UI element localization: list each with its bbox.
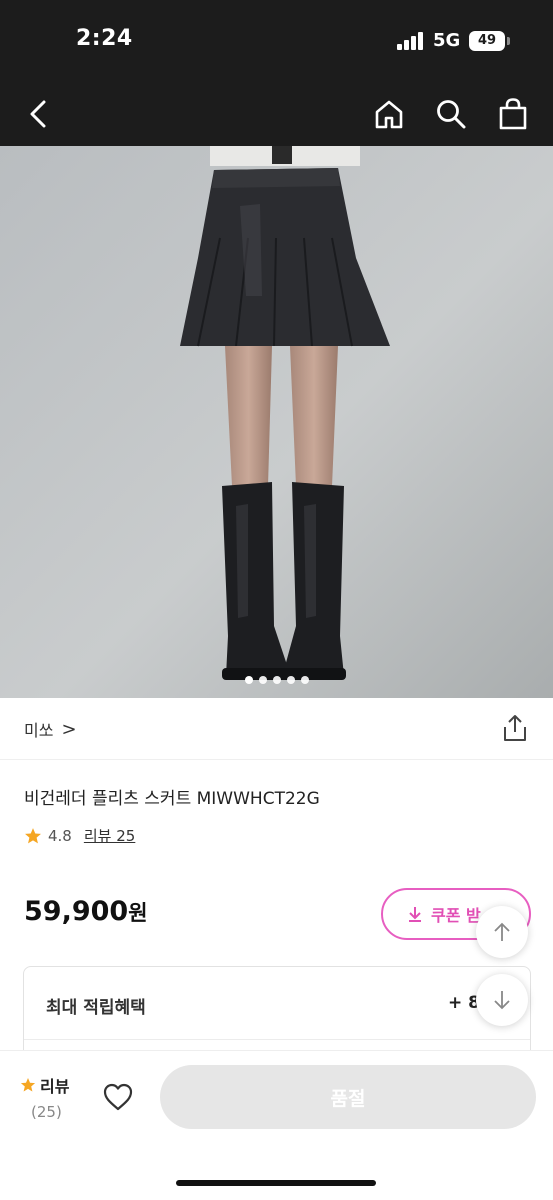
arrow-down-icon	[494, 991, 510, 1010]
product-image[interactable]	[0, 146, 553, 698]
battery-tip	[507, 37, 510, 45]
home-indicator	[176, 1180, 376, 1186]
status-bar: 2:24 5G 49	[0, 0, 553, 82]
signal-icon	[397, 32, 423, 50]
bottom-action-bar: 리뷰 (25) 품절	[0, 1050, 553, 1200]
pagination-dot[interactable]	[258, 676, 267, 684]
sold-out-button[interactable]: 품절	[160, 1065, 536, 1129]
home-icon	[375, 100, 403, 129]
brand-link[interactable]: 미쏘 >	[24, 717, 77, 741]
rating-row: 4.8 리뷰 25	[24, 825, 135, 846]
benefit-label: 최대 적립혜택	[46, 998, 146, 1018]
review-label: 리뷰	[40, 1077, 70, 1096]
chevron-right-icon: >	[61, 718, 77, 740]
shopping-bag-icon	[499, 98, 527, 130]
product-photo	[0, 146, 553, 698]
like-button[interactable]	[98, 1077, 138, 1117]
top-nav-bar	[0, 82, 553, 146]
search-button[interactable]	[433, 96, 469, 132]
star-icon	[20, 1078, 36, 1092]
review-link[interactable]: 리뷰 25	[84, 825, 135, 846]
home-button[interactable]	[371, 96, 407, 132]
brand-row: 미쏘 >	[0, 698, 553, 760]
scroll-bottom-button[interactable]	[476, 974, 528, 1026]
review-count: (25)	[31, 1103, 62, 1121]
search-icon	[437, 100, 466, 129]
arrow-up-icon	[494, 922, 510, 941]
network-type: 5G	[433, 30, 461, 51]
star-icon	[25, 827, 41, 843]
cart-button[interactable]	[495, 96, 531, 132]
pagination-dot[interactable]	[244, 676, 253, 684]
brand-name: 미쏘	[24, 721, 54, 740]
rating-value: 4.8	[48, 826, 72, 845]
pagination-dot[interactable]	[300, 676, 309, 684]
status-time: 2:24	[76, 26, 133, 51]
chevron-left-icon	[30, 100, 46, 128]
back-button[interactable]	[20, 96, 56, 132]
download-icon	[409, 907, 421, 922]
share-icon[interactable]	[499, 712, 531, 744]
divider	[24, 1039, 530, 1040]
coupon-label: 쿠폰 받	[431, 906, 481, 925]
review-summary[interactable]: 리뷰 (25)	[20, 1073, 69, 1121]
gallery-pagination	[0, 676, 553, 684]
price: 59,900원	[24, 896, 148, 927]
pagination-dot[interactable]	[286, 676, 295, 684]
pagination-dot[interactable]	[272, 676, 281, 684]
battery-icon: 49	[469, 31, 505, 51]
price-amount: 59,900	[24, 896, 129, 927]
product-title: 비건레더 플리츠 스커트 MIWWHCT22G	[24, 789, 320, 809]
scroll-top-button[interactable]	[476, 906, 528, 958]
heart-icon	[103, 1083, 133, 1111]
price-unit: 원	[128, 901, 148, 925]
